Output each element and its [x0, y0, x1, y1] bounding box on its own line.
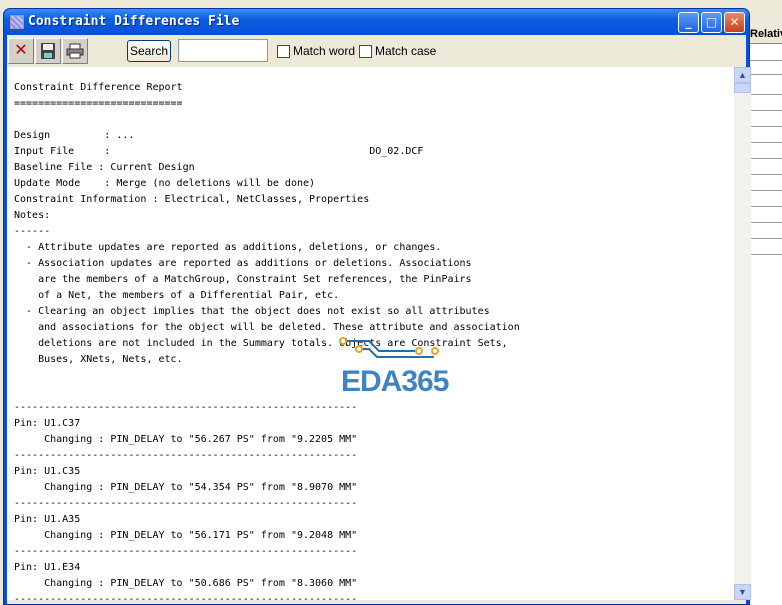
background-window: Relative [748, 0, 782, 605]
grid-line [748, 254, 782, 255]
title-bar[interactable]: Constraint Differences File _ □ ✕ [4, 9, 749, 35]
report-line: are the members of a MatchGroup, Constra… [14, 274, 472, 285]
grid-line [748, 142, 782, 143]
report-line: Pin: U1.C37 [14, 418, 81, 429]
match-word-checkbox[interactable]: Match word [277, 44, 355, 58]
grid-line [748, 74, 782, 75]
report-line: Constraint Information : Electrical, Net… [14, 194, 370, 205]
report-line: ----------------------------------------… [14, 594, 358, 600]
close-window-button[interactable]: ✕ [724, 12, 745, 33]
minimize-button[interactable]: _ [678, 12, 699, 33]
checkbox-box[interactable] [359, 44, 372, 58]
save-button[interactable] [35, 38, 61, 64]
close-file-button[interactable]: ✕ [8, 38, 34, 64]
grid-line [748, 190, 782, 191]
scroll-down-button[interactable]: ▼ [734, 584, 751, 600]
grid-line [748, 206, 782, 207]
background-header: Relative [748, 0, 782, 44]
grid-line [748, 126, 782, 127]
report-line [14, 112, 520, 128]
grid-line [748, 60, 782, 61]
search-button[interactable]: Search [127, 40, 171, 62]
close-x-icon: ✕ [14, 42, 28, 59]
report-line: ----------------------------------------… [14, 450, 358, 461]
window-title: Constraint Differences File [28, 14, 240, 29]
report-line: Changing : PIN_DELAY to "50.686 PS" from… [14, 578, 358, 589]
report-line: Constraint Difference Report [14, 82, 183, 93]
toolbar: ✕ Search Match word Match case [7, 35, 746, 67]
report-line: Update Mode : Merge (no deletions will b… [14, 178, 316, 189]
report-line: Design : ... [14, 130, 135, 141]
constraint-differences-window: Constraint Differences File _ □ ✕ ✕ Sear… [3, 8, 751, 605]
report-line: ----------------------------------------… [14, 546, 358, 557]
window-app-icon [10, 15, 24, 29]
report-line: Baseline File : Current Design [14, 162, 195, 173]
grid-line [748, 110, 782, 111]
report-line: - Association updates are reported as ad… [14, 258, 472, 269]
match-case-checkbox[interactable]: Match case [359, 44, 436, 58]
report-line: ----------------------------------------… [14, 498, 358, 509]
report-text-area[interactable]: Constraint Difference Report ============… [7, 67, 734, 600]
grid-line [748, 174, 782, 175]
search-input[interactable] [178, 39, 268, 62]
report-line: ------ [14, 226, 51, 237]
printer-icon [66, 43, 84, 59]
column-header-relative: Relative [750, 28, 782, 40]
grid-line [748, 222, 782, 223]
report-line: Pin: U1.A35 [14, 514, 81, 525]
match-word-label: Match word [293, 44, 356, 58]
report-line: Pin: U1.C35 [14, 466, 81, 477]
maximize-button[interactable]: □ [701, 12, 722, 33]
window-client: ✕ Search Match word Match case Constrain… [7, 35, 751, 604]
watermark-text: EDA365 [341, 365, 449, 398]
report-line: Pin: U1.E34 [14, 562, 81, 573]
scroll-up-button[interactable]: ▲ [734, 67, 751, 83]
grid-line [748, 238, 782, 239]
report-line: ============================ [14, 98, 183, 109]
report-line: Input File : DO_02.DCF [14, 146, 424, 157]
report-line: - Attribute updates are reported as addi… [14, 242, 442, 253]
circuit-trace-icon [339, 337, 439, 358]
report-line: of a Net, the members of a Differential … [14, 290, 340, 301]
floppy-disk-icon [41, 43, 55, 59]
report-line: Changing : PIN_DELAY to "56.171 PS" from… [14, 530, 358, 541]
vertical-scrollbar[interactable]: ▲ ▼ [734, 67, 751, 600]
grid-line [748, 158, 782, 159]
scroll-thumb[interactable] [734, 83, 751, 93]
match-case-label: Match case [375, 44, 437, 58]
report-line: - Clearing an object implies that the ob… [14, 306, 490, 317]
report-line: Changing : PIN_DELAY to "56.267 PS" from… [14, 434, 358, 445]
grid-line [748, 94, 782, 95]
report-line: Notes: [14, 210, 51, 221]
report-line: Changing : PIN_DELAY to "54.354 PS" from… [14, 482, 358, 493]
report-line: and associations for the object will be … [14, 322, 520, 333]
checkbox-box[interactable] [277, 44, 290, 58]
print-button[interactable] [62, 38, 88, 64]
eda365-watermark: EDA365 [339, 337, 459, 407]
